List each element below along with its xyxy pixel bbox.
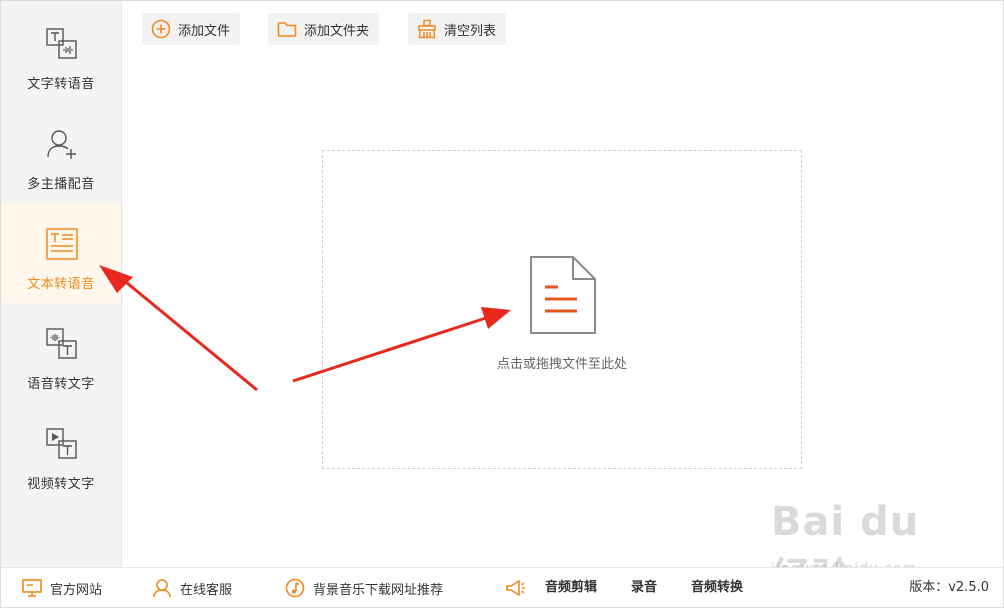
sidebar-item-label: 语音转文字 — [27, 377, 95, 392]
sidebar-item-label: 视频转文字 — [27, 477, 95, 492]
app-window: 文字转语音 多主播配音 文本转语音 语音转文字 视频转文字 添加文件 添加文件夹… — [0, 0, 1004, 608]
version-text: 版本：v2.5.0 — [909, 580, 989, 595]
sidebar-item-video-to-text[interactable]: 视频转文字 — [1, 403, 121, 503]
record-link[interactable]: 录音 — [631, 576, 657, 600]
support-link[interactable]: 在线客服 — [151, 576, 232, 600]
sidebar-item-label: 文本转语音 — [27, 277, 95, 292]
audio-convert-link[interactable]: 音频转换 — [691, 576, 743, 600]
text-to-speech-icon — [46, 28, 77, 59]
drop-zone-hint: 点击或拖拽文件至此处 — [496, 357, 627, 372]
file-document-icon — [530, 256, 596, 334]
audio-edit-link[interactable]: 音频剪辑 — [545, 576, 597, 600]
bgm-recommend-label: 背景音乐下载网址推荐 — [313, 582, 444, 598]
footer-bar: 官方网站 在线客服 背景音乐下载网址推荐 音频剪辑 录音 音频转换 版本：v2.… — [1, 567, 1003, 607]
annotation-arrow-sidebar — [120, 276, 258, 392]
broom-icon — [418, 19, 436, 39]
plus-circle-icon — [151, 19, 171, 39]
add-file-button[interactable]: 添加文件 — [142, 13, 241, 45]
add-file-label: 添加文件 — [178, 23, 231, 39]
website-label: 官方网站 — [50, 582, 103, 598]
document-text-icon — [46, 228, 78, 260]
sidebar: 文字转语音 多主播配音 文本转语音 语音转文字 视频转文字 — [1, 1, 122, 567]
folder-icon — [277, 22, 297, 37]
sidebar-item-label: 多主播配音 — [27, 177, 95, 192]
website-link[interactable]: 官方网站 — [21, 576, 102, 600]
sidebar-item-doc-to-speech[interactable]: 文本转语音 — [1, 203, 121, 303]
sidebar-item-label: 文字转语音 — [27, 77, 95, 92]
clear-list-button[interactable]: 清空列表 — [408, 13, 507, 45]
add-folder-button[interactable]: 添加文件夹 — [268, 13, 380, 45]
speech-to-text-icon — [46, 328, 77, 359]
add-user-icon — [47, 130, 76, 159]
support-label: 在线客服 — [180, 582, 233, 598]
bgm-recommend-link[interactable]: 背景音乐下载网址推荐 — [284, 576, 443, 600]
video-to-text-icon — [46, 428, 77, 459]
toolbar: 添加文件 添加文件夹 清空列表 — [122, 1, 1003, 57]
sidebar-item-text-to-speech[interactable]: 文字转语音 — [1, 3, 121, 103]
file-drop-zone[interactable]: 点击或拖拽文件至此处 — [322, 150, 802, 469]
sidebar-item-speech-to-text[interactable]: 语音转文字 — [1, 303, 121, 403]
megaphone-item — [504, 576, 533, 600]
clear-list-label: 清空列表 — [444, 23, 497, 39]
monitor-icon — [22, 579, 42, 597]
music-note-icon — [285, 578, 305, 598]
user-service-icon — [153, 579, 171, 598]
megaphone-icon — [506, 580, 525, 596]
add-folder-label: 添加文件夹 — [304, 23, 370, 39]
sidebar-item-multi-voice[interactable]: 多主播配音 — [1, 103, 121, 203]
